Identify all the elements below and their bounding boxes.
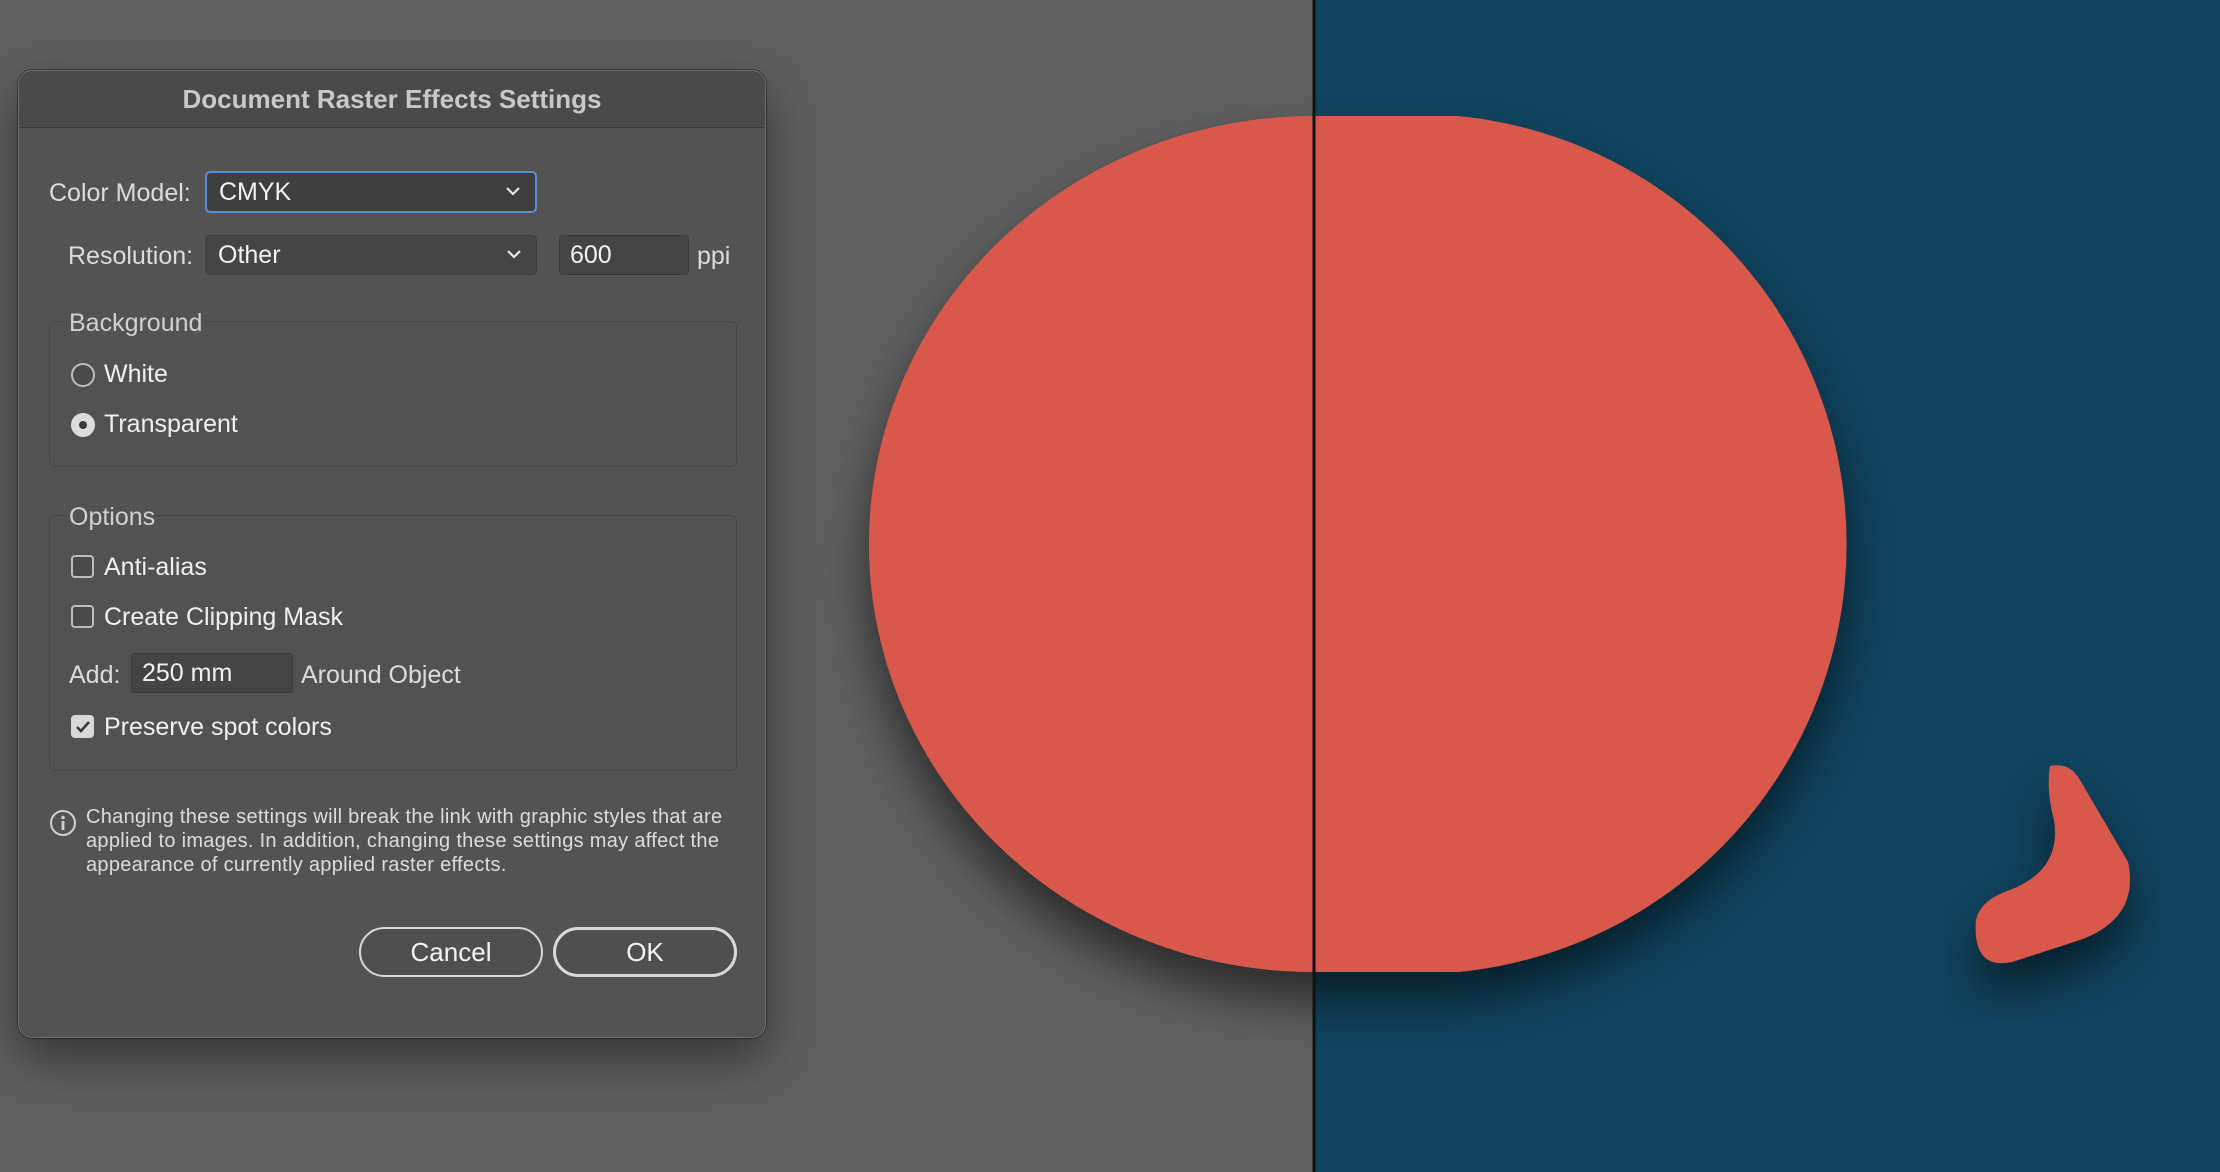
dialog-titlebar[interactable]: Document Raster Effects Settings [19, 71, 765, 128]
red-capsule-shape [869, 116, 1847, 972]
background-white-radio[interactable] [71, 363, 95, 387]
cancel-button[interactable]: Cancel [359, 927, 543, 977]
info-message: Changing these settings will break the l… [86, 806, 723, 876]
clipping-mask-label[interactable]: Create Clipping Mask [104, 603, 343, 632]
preserve-spot-label[interactable]: Preserve spot colors [104, 713, 332, 742]
resolution-value: Other [218, 240, 281, 269]
background-group [49, 321, 737, 467]
chevron-down-icon [507, 250, 521, 259]
background-group-title: Background [67, 309, 205, 338]
ppi-value: 600 [570, 240, 612, 269]
ppi-input[interactable]: 600 [559, 235, 689, 275]
add-amount-value: 250 mm [142, 658, 233, 687]
resolution-select[interactable]: Other [205, 235, 537, 275]
ok-button-label: OK [626, 936, 664, 967]
checkmark-icon [76, 721, 90, 733]
preserve-spot-checkbox[interactable] [71, 715, 94, 738]
options-group-title: Options [67, 503, 158, 532]
anti-alias-label[interactable]: Anti-alias [104, 553, 207, 582]
around-object-label: Around Object [301, 661, 461, 689]
background-white-label[interactable]: White [104, 360, 168, 389]
ppi-unit-label: ppi [697, 242, 731, 270]
raster-effects-dialog: Document Raster Effects Settings Color M… [18, 70, 766, 1038]
background-transparent-radio[interactable] [71, 413, 95, 437]
ok-button[interactable]: OK [553, 927, 737, 977]
cancel-button-label: Cancel [410, 936, 492, 967]
dialog-title: Document Raster Effects Settings [182, 83, 602, 114]
color-model-label: Color Model: [49, 179, 191, 207]
color-model-select[interactable]: CMYK [205, 171, 537, 213]
info-icon [50, 810, 76, 836]
add-amount-input[interactable]: 250 mm [131, 653, 293, 693]
chevron-down-icon [506, 187, 520, 196]
clipping-mask-checkbox[interactable] [71, 605, 94, 628]
resolution-label: Resolution: [68, 242, 194, 270]
background-transparent-label[interactable]: Transparent [104, 410, 238, 439]
anti-alias-checkbox[interactable] [71, 555, 94, 578]
add-label: Add: [69, 661, 121, 689]
color-model-value: CMYK [219, 177, 292, 206]
